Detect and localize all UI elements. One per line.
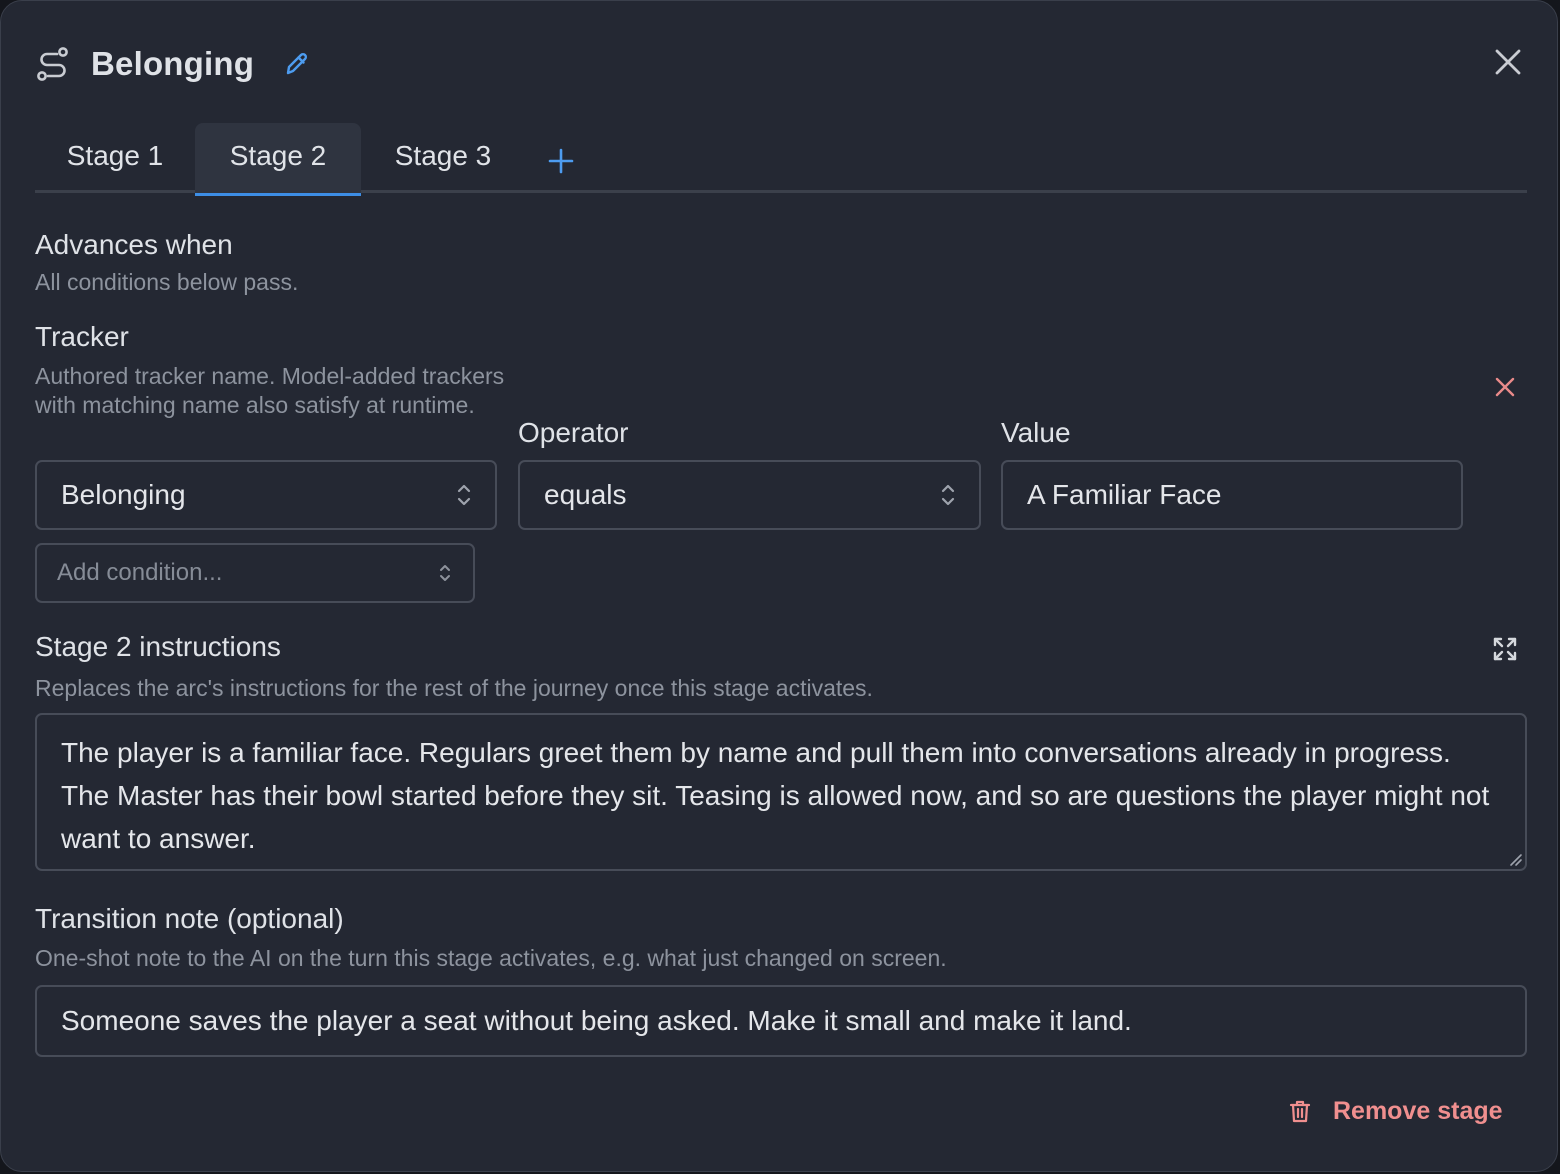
plus-icon — [548, 148, 574, 174]
trash-icon — [1287, 1098, 1313, 1124]
modal-header: Belonging — [35, 41, 310, 87]
add-stage-button[interactable] — [545, 145, 577, 177]
instructions-textarea[interactable]: The player is a familiar face. Regulars … — [35, 713, 1527, 871]
tab-stage-3[interactable]: Stage 3 — [361, 123, 525, 193]
value-label: Value — [1001, 417, 1071, 448]
route-icon — [35, 46, 71, 82]
transition-note-input[interactable]: Someone saves the player a seat without … — [35, 985, 1527, 1057]
transition-note-text: Someone saves the player a seat without … — [61, 1005, 1132, 1036]
operator-select[interactable]: equals — [518, 460, 981, 530]
stage-editor-modal: Belonging Stage 1 Stage 2 Stage 3 Advanc… — [0, 0, 1558, 1172]
tracker-select-value: Belonging — [61, 479, 186, 510]
resize-handle-icon[interactable] — [1507, 851, 1523, 867]
expand-button[interactable] — [1491, 635, 1519, 663]
tab-stage-2[interactable]: Stage 2 — [195, 123, 361, 196]
close-button[interactable] — [1489, 43, 1527, 81]
close-icon — [1495, 377, 1515, 397]
tracker-select[interactable]: Belonging — [35, 460, 497, 530]
tab-stage-1[interactable]: Stage 1 — [35, 123, 195, 193]
close-icon — [1495, 49, 1521, 75]
chevron-up-down-icon — [939, 480, 957, 510]
operator-select-value: equals — [544, 479, 627, 510]
operator-label: Operator — [518, 417, 629, 448]
transition-title: Transition note (optional) — [35, 903, 344, 934]
tracker-hint: Authored tracker name. Model-added track… — [35, 363, 505, 418]
arc-title: Belonging — [91, 45, 255, 82]
stage-tabs: Stage 1 Stage 2 Stage 3 — [35, 123, 1527, 196]
tracker-label: Tracker — [35, 321, 129, 352]
chevron-up-down-icon — [437, 560, 453, 586]
remove-stage-label: Remove stage — [1333, 1096, 1503, 1125]
add-condition-select[interactable]: Add condition... — [35, 543, 475, 603]
add-condition-placeholder: Add condition... — [57, 559, 223, 586]
instructions-text: The player is a familiar face. Regulars … — [61, 737, 1490, 854]
advances-hint: All conditions below pass. — [35, 269, 299, 295]
remove-condition-button[interactable] — [1491, 373, 1519, 401]
pencil-icon[interactable] — [284, 51, 310, 77]
advances-title: Advances when — [35, 229, 233, 260]
transition-hint: One-shot note to the AI on the turn this… — [35, 945, 947, 971]
chevron-up-down-icon — [455, 480, 473, 510]
instructions-title: Stage 2 instructions — [35, 631, 281, 662]
remove-stage-button[interactable]: Remove stage — [1287, 1091, 1503, 1131]
value-input-text: A Familiar Face — [1027, 479, 1222, 510]
expand-icon — [1493, 637, 1517, 661]
instructions-hint: Replaces the arc's instructions for the … — [35, 675, 873, 701]
value-input[interactable]: A Familiar Face — [1001, 460, 1463, 530]
